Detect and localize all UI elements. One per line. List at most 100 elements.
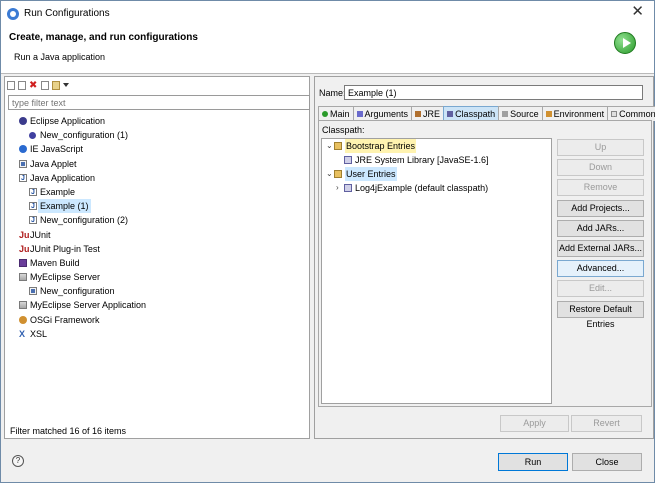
config-tree-item[interactable]: Java Applet	[8, 157, 308, 171]
classpath-tab-body: Classpath: ⌄ Bootstrap Entries JRE System …	[318, 120, 652, 407]
chevron-down-icon[interactable]: ⌄	[326, 139, 333, 153]
config-tree-item-label: Example (1)	[38, 199, 91, 214]
config-tree-item[interactable]: Java Application	[8, 171, 308, 186]
classpath-tab-icon	[447, 111, 454, 117]
classpath-entry-label: Log4jExample (default classpath)	[355, 183, 489, 193]
config-tree-item-label: New_configuration (2)	[40, 215, 129, 226]
tab-label: Classpath	[455, 109, 496, 119]
view-menu-icon[interactable]	[63, 83, 69, 87]
classpath-entry[interactable]: JRE System Library [JavaSE-1.6]	[322, 153, 551, 167]
close-window-button[interactable]: ✕	[631, 4, 644, 20]
tab-label: Main	[330, 109, 350, 119]
remove-button[interactable]: Remove	[557, 179, 644, 197]
jre-tab-icon	[415, 111, 422, 117]
close-button[interactable]: Close	[572, 453, 642, 471]
advanced-button[interactable]: Advanced...	[557, 260, 644, 278]
config-tree-item[interactable]: New_configuration	[8, 284, 308, 298]
config-tree-item-label: Java Application	[30, 172, 96, 183]
environment-tab-icon	[545, 111, 552, 117]
classpath-entry[interactable]: › Log4jExample (default classpath)	[322, 181, 551, 195]
config-tree-item-label: MyEclipse Server Application	[30, 300, 147, 311]
edit-button[interactable]: Edit...	[557, 280, 644, 298]
run-configurations-dialog: Run Configurations ✕ Create, manage, and…	[0, 0, 655, 483]
config-tree-item-label: Maven Build	[30, 257, 80, 268]
config-tree-item-label: Eclipse Application	[30, 116, 106, 126]
config-tree-item[interactable]: X XSL	[8, 327, 308, 341]
header-title: Create, manage, and run configurations	[9, 32, 198, 43]
maven-icon	[19, 258, 27, 267]
tab-source[interactable]: Source	[498, 106, 543, 121]
config-tree-item-label: JUnit Plug-in Test	[30, 243, 100, 254]
configuration-list-pane: ✖ Eclipse Application New_configuration (…	[4, 76, 310, 439]
configuration-editor-pane: Name: Main Arguments JRE Classpath Source Env…	[314, 76, 655, 439]
header-subtitle: Run a Java application	[14, 52, 106, 62]
config-tree-item[interactable]: Eclipse Application	[8, 114, 308, 128]
title-bar: Run Configurations ✕	[1, 1, 654, 26]
config-tree-item-label: JUnit	[30, 229, 51, 240]
config-tree-item-label: XSL	[30, 328, 48, 339]
java-config-icon	[29, 214, 37, 228]
tab-environment[interactable]: Environment	[541, 106, 609, 121]
config-tree-item-label: New_configuration (1)	[40, 130, 129, 141]
chevron-down-icon[interactable]: ⌄	[326, 167, 333, 181]
config-tree-item[interactable]: New_configuration (1)	[8, 128, 308, 142]
add-jars-button[interactable]: Add JARs...	[557, 219, 644, 237]
revert-button[interactable]: Revert	[571, 415, 642, 432]
server-app-icon	[19, 301, 27, 310]
new-config-icon[interactable]	[7, 80, 15, 90]
config-tree-item[interactable]: Example	[8, 185, 308, 200]
down-button[interactable]: Down	[557, 159, 644, 177]
config-tree-item-label: IE JavaScript	[30, 144, 84, 155]
tab-label: Common	[619, 109, 655, 119]
duplicate-config-icon[interactable]	[18, 80, 26, 90]
config-tree-item[interactable]: New_configuration (2)	[8, 213, 308, 228]
tab-common[interactable]: Common	[607, 106, 655, 121]
config-dot-icon	[29, 132, 36, 140]
config-tree-item[interactable]: OSGi Framework	[8, 313, 308, 327]
config-tree-item[interactable]: MyEclipse Server Application	[8, 298, 308, 312]
java-config-icon	[29, 200, 37, 214]
source-tab-icon	[502, 111, 509, 117]
tab-jre[interactable]: JRE	[411, 106, 445, 121]
tab-label: Source	[510, 109, 539, 119]
filter-input[interactable]	[8, 95, 310, 110]
config-tree-item-label: MyEclipse Server	[30, 272, 101, 283]
xsl-icon: X	[19, 328, 26, 339]
tab-label: Arguments	[364, 109, 409, 119]
config-tree-item[interactable]: MyEclipse Server	[8, 270, 308, 284]
server-config-icon	[29, 287, 37, 296]
add-external-jars-button[interactable]: Add External JARs...	[557, 240, 644, 257]
osgi-icon	[19, 315, 27, 324]
config-tree-item[interactable]: Example (1)	[8, 199, 308, 214]
config-tree-item[interactable]: Ju JUnit	[8, 228, 308, 242]
config-tree-item-label: Example	[40, 186, 76, 197]
classpath-entry-label: JRE System Library [JavaSE-1.6]	[355, 155, 489, 165]
restore-default-entries-button[interactable]: Restore Default Entries	[557, 300, 644, 329]
run-button[interactable]: Run	[498, 453, 568, 471]
up-button[interactable]: Up	[557, 139, 644, 156]
name-field[interactable]	[344, 85, 643, 100]
delete-config-icon[interactable]: ✖	[29, 80, 38, 90]
library-folder-icon	[334, 142, 342, 150]
config-tree-item-label: New_configuration	[40, 286, 115, 297]
tab-arguments[interactable]: Arguments	[352, 106, 413, 121]
java-app-icon	[19, 172, 27, 186]
name-label: Name:	[319, 88, 346, 98]
junit-icon: Ju	[19, 229, 30, 240]
config-toolbar: ✖	[7, 79, 69, 91]
help-icon[interactable]: ?	[12, 455, 24, 467]
applet-icon	[19, 159, 27, 168]
classpath-entry[interactable]: ⌄ User Entries	[322, 167, 551, 181]
apply-button[interactable]: Apply	[500, 415, 569, 432]
config-tree-item[interactable]: IE JavaScript	[8, 142, 308, 156]
run-icon	[614, 32, 636, 54]
collapse-all-icon[interactable]	[41, 80, 49, 90]
filter-config-icon[interactable]	[52, 80, 60, 90]
config-tree-item[interactable]: Ju JUnit Plug-in Test	[8, 242, 308, 256]
tab-main[interactable]: Main	[318, 106, 354, 121]
chevron-right-icon[interactable]: ›	[336, 181, 339, 195]
add-projects-button[interactable]: Add Projects...	[557, 199, 644, 217]
config-tree-item[interactable]: Maven Build	[8, 256, 308, 270]
tab-classpath[interactable]: Classpath	[443, 106, 500, 121]
classpath-entry[interactable]: ⌄ Bootstrap Entries	[322, 139, 551, 153]
